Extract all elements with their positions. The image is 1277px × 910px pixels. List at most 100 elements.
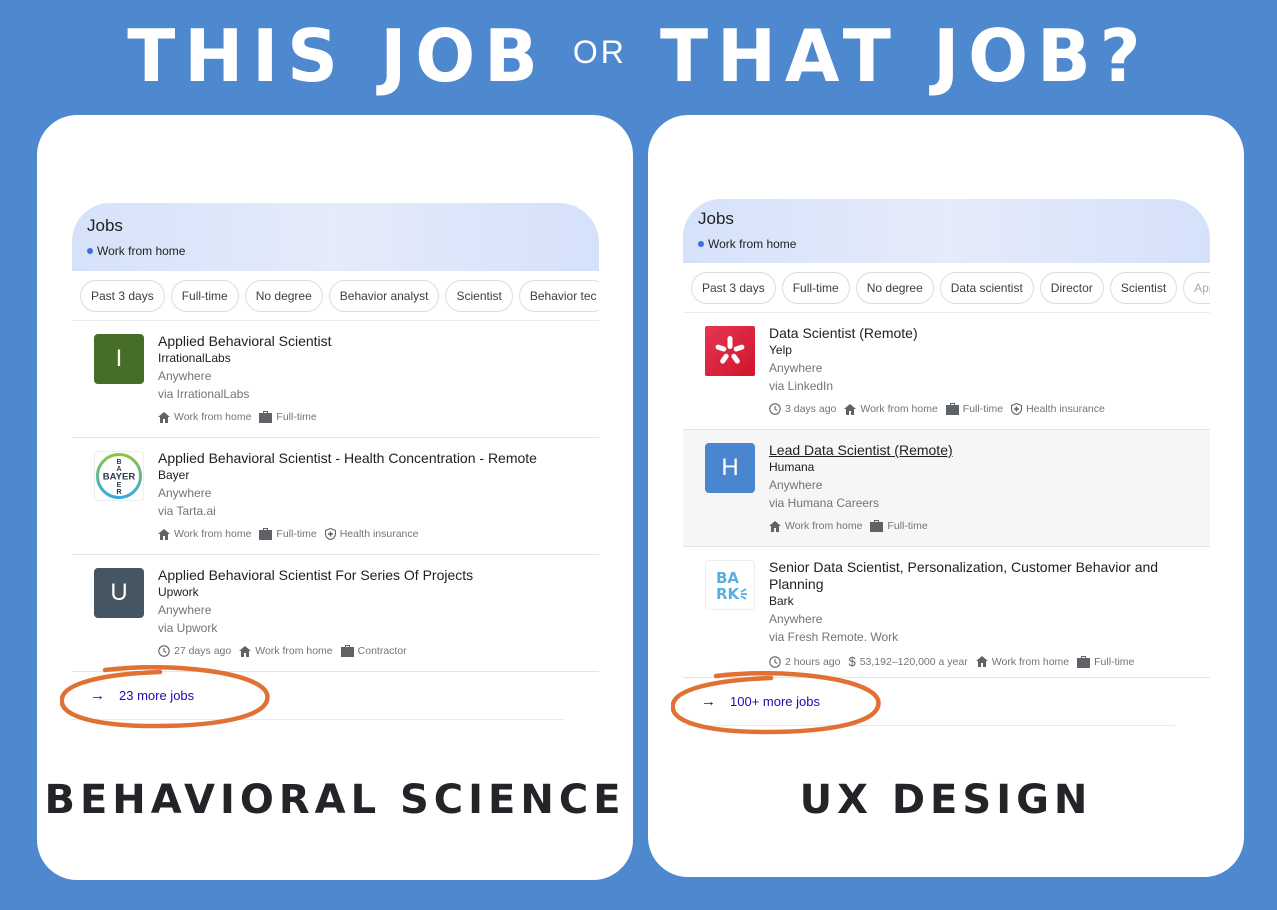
job-title[interactable]: Senior Data Scientist, Personalization, …	[769, 559, 1200, 593]
job-location: Anywhere	[158, 486, 212, 500]
bark-logo: BA RK	[705, 560, 755, 610]
job-title[interactable]: Data Scientist (Remote)	[769, 325, 1200, 342]
svg-text:B: B	[116, 459, 121, 466]
upwork-logo: U	[94, 568, 144, 618]
job-listing[interactable]: I Applied Behavioral Scientist Irrationa…	[72, 321, 599, 438]
chip-app[interactable]: App	[1183, 271, 1210, 304]
more-jobs-link[interactable]: → 100+ more jobs	[671, 671, 1175, 735]
jobs-header: Jobs Work from home	[72, 203, 599, 271]
job-listing[interactable]: BA RK Senior Data Scientist, Personaliza…	[683, 547, 1210, 678]
irrationallabs-logo: I	[94, 334, 144, 384]
active-filter[interactable]: Work from home	[698, 237, 1195, 251]
meta-text: Work from home	[991, 655, 1070, 668]
chip-full-time[interactable]: Full-time	[170, 279, 239, 312]
humana-logo: H	[705, 443, 755, 493]
svg-text:E: E	[117, 482, 122, 489]
headline: THIS JOB OR THAT JOB?	[0, 14, 1277, 98]
meta-text: Work from home	[860, 403, 938, 415]
meta-employment-type: Full-time	[259, 411, 317, 423]
filter-dot-icon	[87, 248, 93, 254]
clock-icon	[769, 403, 781, 415]
active-filter[interactable]: Work from home	[87, 244, 584, 258]
job-company: Humana	[769, 460, 815, 474]
job-meta: Work from home Full-time	[769, 520, 1200, 532]
chip-no-degree[interactable]: No degree	[244, 279, 323, 312]
job-title[interactable]: Applied Behavioral Scientist	[158, 333, 589, 350]
job-title[interactable]: Applied Behavioral Scientist For Series …	[158, 567, 589, 584]
chip-no-degree[interactable]: No degree	[855, 271, 934, 304]
chip-scientist[interactable]: Scientist	[1109, 271, 1178, 304]
job-meta: 3 days ago Work from home Full-time Heal…	[769, 403, 1200, 415]
filter-chips: Past 3 days Full-time No degree Behavior…	[72, 271, 599, 321]
chip-past-3-days[interactable]: Past 3 days	[80, 279, 165, 312]
job-source: via Humana Careers	[769, 496, 880, 510]
job-source: via Fresh Remote. Work	[769, 630, 899, 644]
job-listing[interactable]: BAYER B A E R Applied Behavioral Scienti…	[72, 438, 599, 555]
panel-label: BEHAVIORAL SCIENCE	[44, 777, 626, 823]
meta-salary: $ 53,192–120,000 a year	[848, 654, 967, 669]
bayer-logo: BAYER B A E R	[94, 451, 144, 501]
meta-work-from-home: Work from home	[158, 411, 251, 423]
job-meta: Work from home Full-time	[158, 411, 589, 423]
bark-wordmark-icon: BA RK	[716, 569, 747, 603]
job-company: IrrationalLabs	[158, 351, 231, 365]
arrow-right-icon: →	[90, 687, 105, 704]
chip-full-time[interactable]: Full-time	[781, 271, 850, 304]
chip-past-3-days[interactable]: Past 3 days	[691, 271, 776, 304]
chip-behavior-tech[interactable]: Behavior tec	[518, 279, 599, 312]
logo-letter: I	[115, 345, 123, 372]
arrow-right-icon: →	[701, 693, 716, 710]
logo-letter: H	[721, 454, 739, 481]
headline-left: THIS JOB	[127, 14, 547, 98]
home-icon	[239, 645, 252, 657]
job-meta: 2 hours ago $ 53,192–120,000 a year Work…	[769, 654, 1200, 669]
job-source: via Upwork	[158, 621, 218, 635]
job-title[interactable]: Lead Data Scientist (Remote)	[769, 442, 1200, 459]
meta-employment-type: Full-time	[870, 520, 928, 532]
meta-text: Work from home	[785, 520, 863, 532]
jobs-widget: Jobs Work from home Past 3 days Full-tim…	[60, 203, 599, 729]
chip-director[interactable]: Director	[1039, 271, 1104, 304]
meta-text: Full-time	[276, 411, 317, 423]
job-location: Anywhere	[158, 603, 212, 617]
logo-letter: U	[110, 579, 128, 606]
panel-ux-design: Jobs Work from home Past 3 days Full-tim…	[648, 115, 1244, 877]
clock-icon	[769, 655, 781, 668]
yelp-burst-icon	[715, 336, 745, 364]
home-icon	[844, 403, 857, 415]
meta-posted: 3 days ago	[769, 403, 836, 415]
chip-scientist[interactable]: Scientist	[445, 279, 513, 312]
chip-data-scientist[interactable]: Data scientist	[939, 271, 1034, 304]
chip-behavior-analyst[interactable]: Behavior analyst	[328, 279, 440, 312]
job-location: Anywhere	[158, 369, 212, 383]
job-title[interactable]: Applied Behavioral Scientist - Health Co…	[158, 450, 589, 467]
svg-text:R: R	[116, 489, 121, 496]
job-listing[interactable]: H Lead Data Scientist (Remote) Humana An…	[683, 430, 1210, 547]
briefcase-icon	[340, 645, 354, 657]
shield-plus-icon	[1011, 403, 1023, 415]
active-filter-label: Work from home	[708, 237, 797, 251]
job-location: Anywhere	[769, 361, 823, 375]
jobs-header: Jobs Work from home	[683, 199, 1210, 263]
job-listing[interactable]: U Applied Behavioral Scientist For Serie…	[72, 555, 599, 672]
filter-dot-icon	[698, 241, 704, 247]
job-meta: Work from home Full-time Health insuranc…	[158, 528, 589, 540]
more-jobs-link[interactable]: → 23 more jobs	[60, 665, 564, 729]
jobs-title: Jobs	[698, 209, 734, 228]
jobs-widget: Jobs Work from home Past 3 days Full-tim…	[671, 199, 1210, 735]
more-jobs-label: 23 more jobs	[119, 688, 195, 703]
job-source: via LinkedIn	[769, 379, 834, 393]
job-source: via IrrationalLabs	[158, 387, 250, 401]
meta-text: Contractor	[357, 645, 407, 657]
meta-text: Full-time	[962, 403, 1004, 415]
meta-work-from-home: Work from home	[239, 645, 333, 657]
job-company: Bayer	[158, 468, 190, 482]
meta-text: Health insurance	[1026, 403, 1105, 415]
meta-employment-type: Full-time	[1077, 655, 1134, 668]
more-jobs-label: 100+ more jobs	[730, 694, 820, 709]
job-company: Upwork	[158, 585, 199, 599]
svg-text:RK: RK	[716, 585, 741, 603]
meta-work-from-home: Work from home	[844, 403, 938, 415]
job-listing[interactable]: Data Scientist (Remote) Yelp Anywhere vi…	[683, 313, 1210, 430]
briefcase-icon	[259, 411, 273, 423]
